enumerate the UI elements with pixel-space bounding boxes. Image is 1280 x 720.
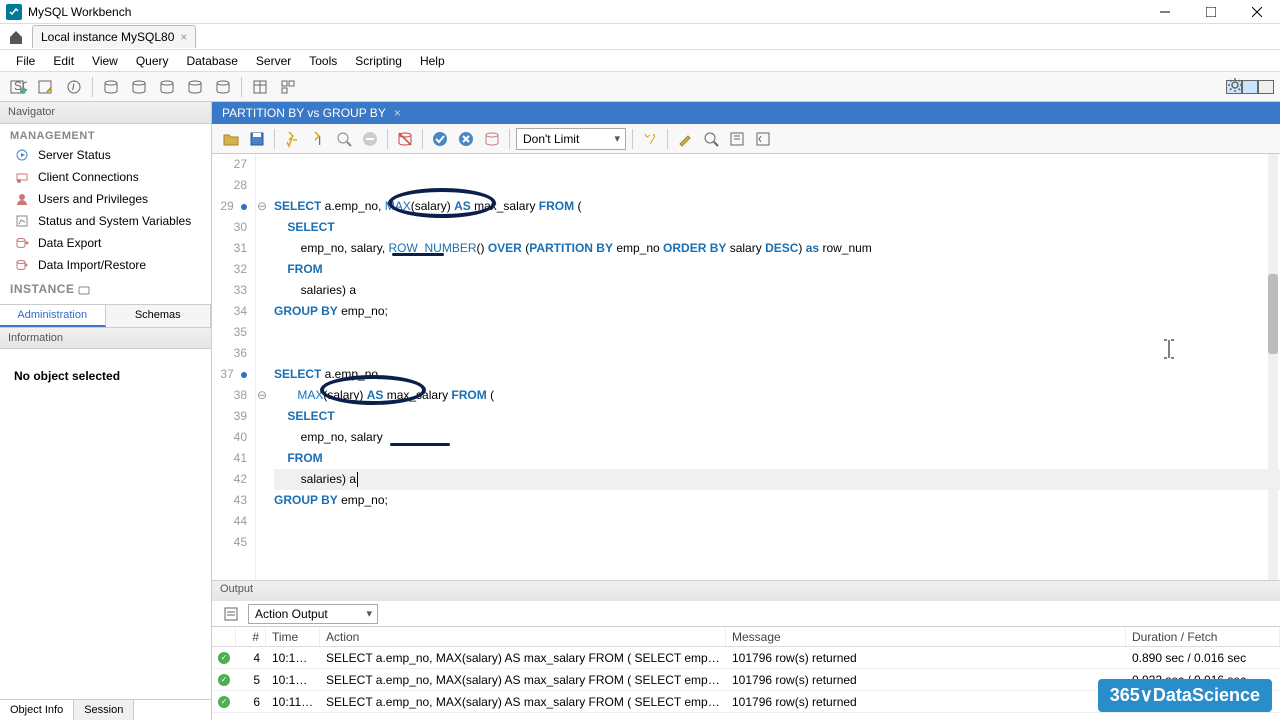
nav-status-variables[interactable]: Status and System Variables <box>0 210 211 232</box>
db-icon-4[interactable] <box>183 75 207 99</box>
bottom-tabs: Object Info Session <box>0 699 211 720</box>
main-toolbar: SQL i <box>0 72 1280 102</box>
tab-administration[interactable]: Administration <box>0 305 106 327</box>
window-title: MySQL Workbench <box>28 5 131 19</box>
connection-tab-label: Local instance MySQL80 <box>41 30 174 44</box>
connection-row: Local instance MySQL80 × <box>0 24 1280 50</box>
fold-gutter: ⊖ ⊖ <box>256 154 270 580</box>
editor-tab[interactable]: PARTITION BY vs GROUP BY × <box>212 102 411 124</box>
output-row[interactable]: ✓ 410:10:39SELECT a.emp_no, MAX(salary) … <box>212 647 1280 669</box>
minimize-button[interactable] <box>1142 0 1188 24</box>
menu-help[interactable]: Help <box>412 52 453 70</box>
annotation-underline <box>392 253 444 256</box>
watermark-logo: 365∨DataScience <box>1098 679 1272 712</box>
ok-icon: ✓ <box>218 652 230 664</box>
limit-select[interactable]: Don't Limit <box>516 128 626 150</box>
tab-object-info[interactable]: Object Info <box>0 700 74 720</box>
nav-data-export[interactable]: Data Export <box>0 232 211 254</box>
tab-schemas[interactable]: Schemas <box>106 305 212 327</box>
explain-icon[interactable] <box>333 128 355 150</box>
connection-tab[interactable]: Local instance MySQL80 × <box>32 25 196 48</box>
output-header: Output <box>212 581 1280 601</box>
inspector-icon[interactable]: i <box>62 75 86 99</box>
menu-scripting[interactable]: Scripting <box>347 52 410 70</box>
stop-icon[interactable] <box>359 128 381 150</box>
table-icon[interactable] <box>248 75 272 99</box>
editor-area: PARTITION BY vs GROUP BY × I Don't Limit <box>212 102 1280 720</box>
navigator: Navigator MANAGEMENT Server Status Clien… <box>0 102 212 720</box>
navigator-header: Navigator <box>0 102 211 124</box>
menu-query[interactable]: Query <box>128 52 177 70</box>
db-icon-1[interactable] <box>99 75 123 99</box>
annotation-underline <box>390 443 450 446</box>
info-body: No object selected <box>0 349 211 699</box>
db-icon-2[interactable] <box>127 75 151 99</box>
brush-icon[interactable] <box>674 128 696 150</box>
menu-file[interactable]: File <box>8 52 43 70</box>
menubar: File Edit View Query Database Server Too… <box>0 50 1280 72</box>
code-editor[interactable]: 2728 29 30313233343536 37 38394041424344… <box>212 154 1280 580</box>
rollback-icon[interactable] <box>455 128 477 150</box>
menu-view[interactable]: View <box>84 52 126 70</box>
instance-title: INSTANCE <box>0 276 211 298</box>
execute-icon[interactable] <box>281 128 303 150</box>
invisible-icon[interactable] <box>752 128 774 150</box>
close-button[interactable] <box>1234 0 1280 24</box>
no-autocommit-icon[interactable] <box>394 128 416 150</box>
autocommit-icon[interactable] <box>481 128 503 150</box>
open-sql-icon[interactable] <box>34 75 58 99</box>
execute-current-icon[interactable]: I <box>307 128 329 150</box>
nav-data-import[interactable]: Data Import/Restore <box>0 254 211 276</box>
save-icon[interactable] <box>246 128 268 150</box>
close-icon[interactable]: × <box>394 106 401 120</box>
menu-database[interactable]: Database <box>179 52 246 70</box>
ok-icon: ✓ <box>218 674 230 686</box>
commit-icon[interactable] <box>429 128 451 150</box>
titlebar: MySQL Workbench <box>0 0 1280 24</box>
editor-tab-label: PARTITION BY vs GROUP BY <box>222 106 386 120</box>
ok-icon: ✓ <box>218 696 230 708</box>
sql-toolbar: I Don't Limit <box>212 124 1280 154</box>
maximize-button[interactable] <box>1188 0 1234 24</box>
navigator-tabs: Administration Schemas <box>0 304 211 327</box>
output-selector[interactable]: Action Output <box>248 604 378 624</box>
gear-icon[interactable] <box>1226 76 1244 97</box>
app-icon <box>6 4 22 20</box>
output-grid-header: # Time Action Message Duration / Fetch <box>212 627 1280 647</box>
svg-text:i: i <box>72 79 75 93</box>
menu-server[interactable]: Server <box>248 52 299 70</box>
svg-text:I: I <box>318 134 321 148</box>
wrap-icon[interactable] <box>726 128 748 150</box>
gutter: 2728 29 30313233343536 37 38394041424344… <box>212 154 256 580</box>
home-icon[interactable] <box>6 27 26 47</box>
nav-client-connections[interactable]: Client Connections <box>0 166 211 188</box>
search-icon[interactable] <box>700 128 722 150</box>
new-sql-tab-icon[interactable]: SQL <box>6 75 30 99</box>
open-file-icon[interactable] <box>220 128 242 150</box>
menu-tools[interactable]: Tools <box>301 52 345 70</box>
nav-server-status[interactable]: Server Status <box>0 144 211 166</box>
scrollbar[interactable] <box>1268 154 1278 580</box>
close-icon[interactable]: × <box>180 30 187 44</box>
nav-users-privileges[interactable]: Users and Privileges <box>0 188 211 210</box>
menu-edit[interactable]: Edit <box>45 52 82 70</box>
management-title: MANAGEMENT <box>0 124 211 144</box>
db-icon-5[interactable] <box>211 75 235 99</box>
info-header: Information <box>0 327 211 349</box>
tab-session[interactable]: Session <box>74 700 134 720</box>
code-content[interactable]: SELECT a.emp_no, MAX(salary) AS max_sala… <box>270 154 1280 580</box>
output-list-icon[interactable] <box>220 603 242 625</box>
db-icon-3[interactable] <box>155 75 179 99</box>
dashboard-icon[interactable] <box>276 75 300 99</box>
beautify-icon[interactable] <box>639 128 661 150</box>
